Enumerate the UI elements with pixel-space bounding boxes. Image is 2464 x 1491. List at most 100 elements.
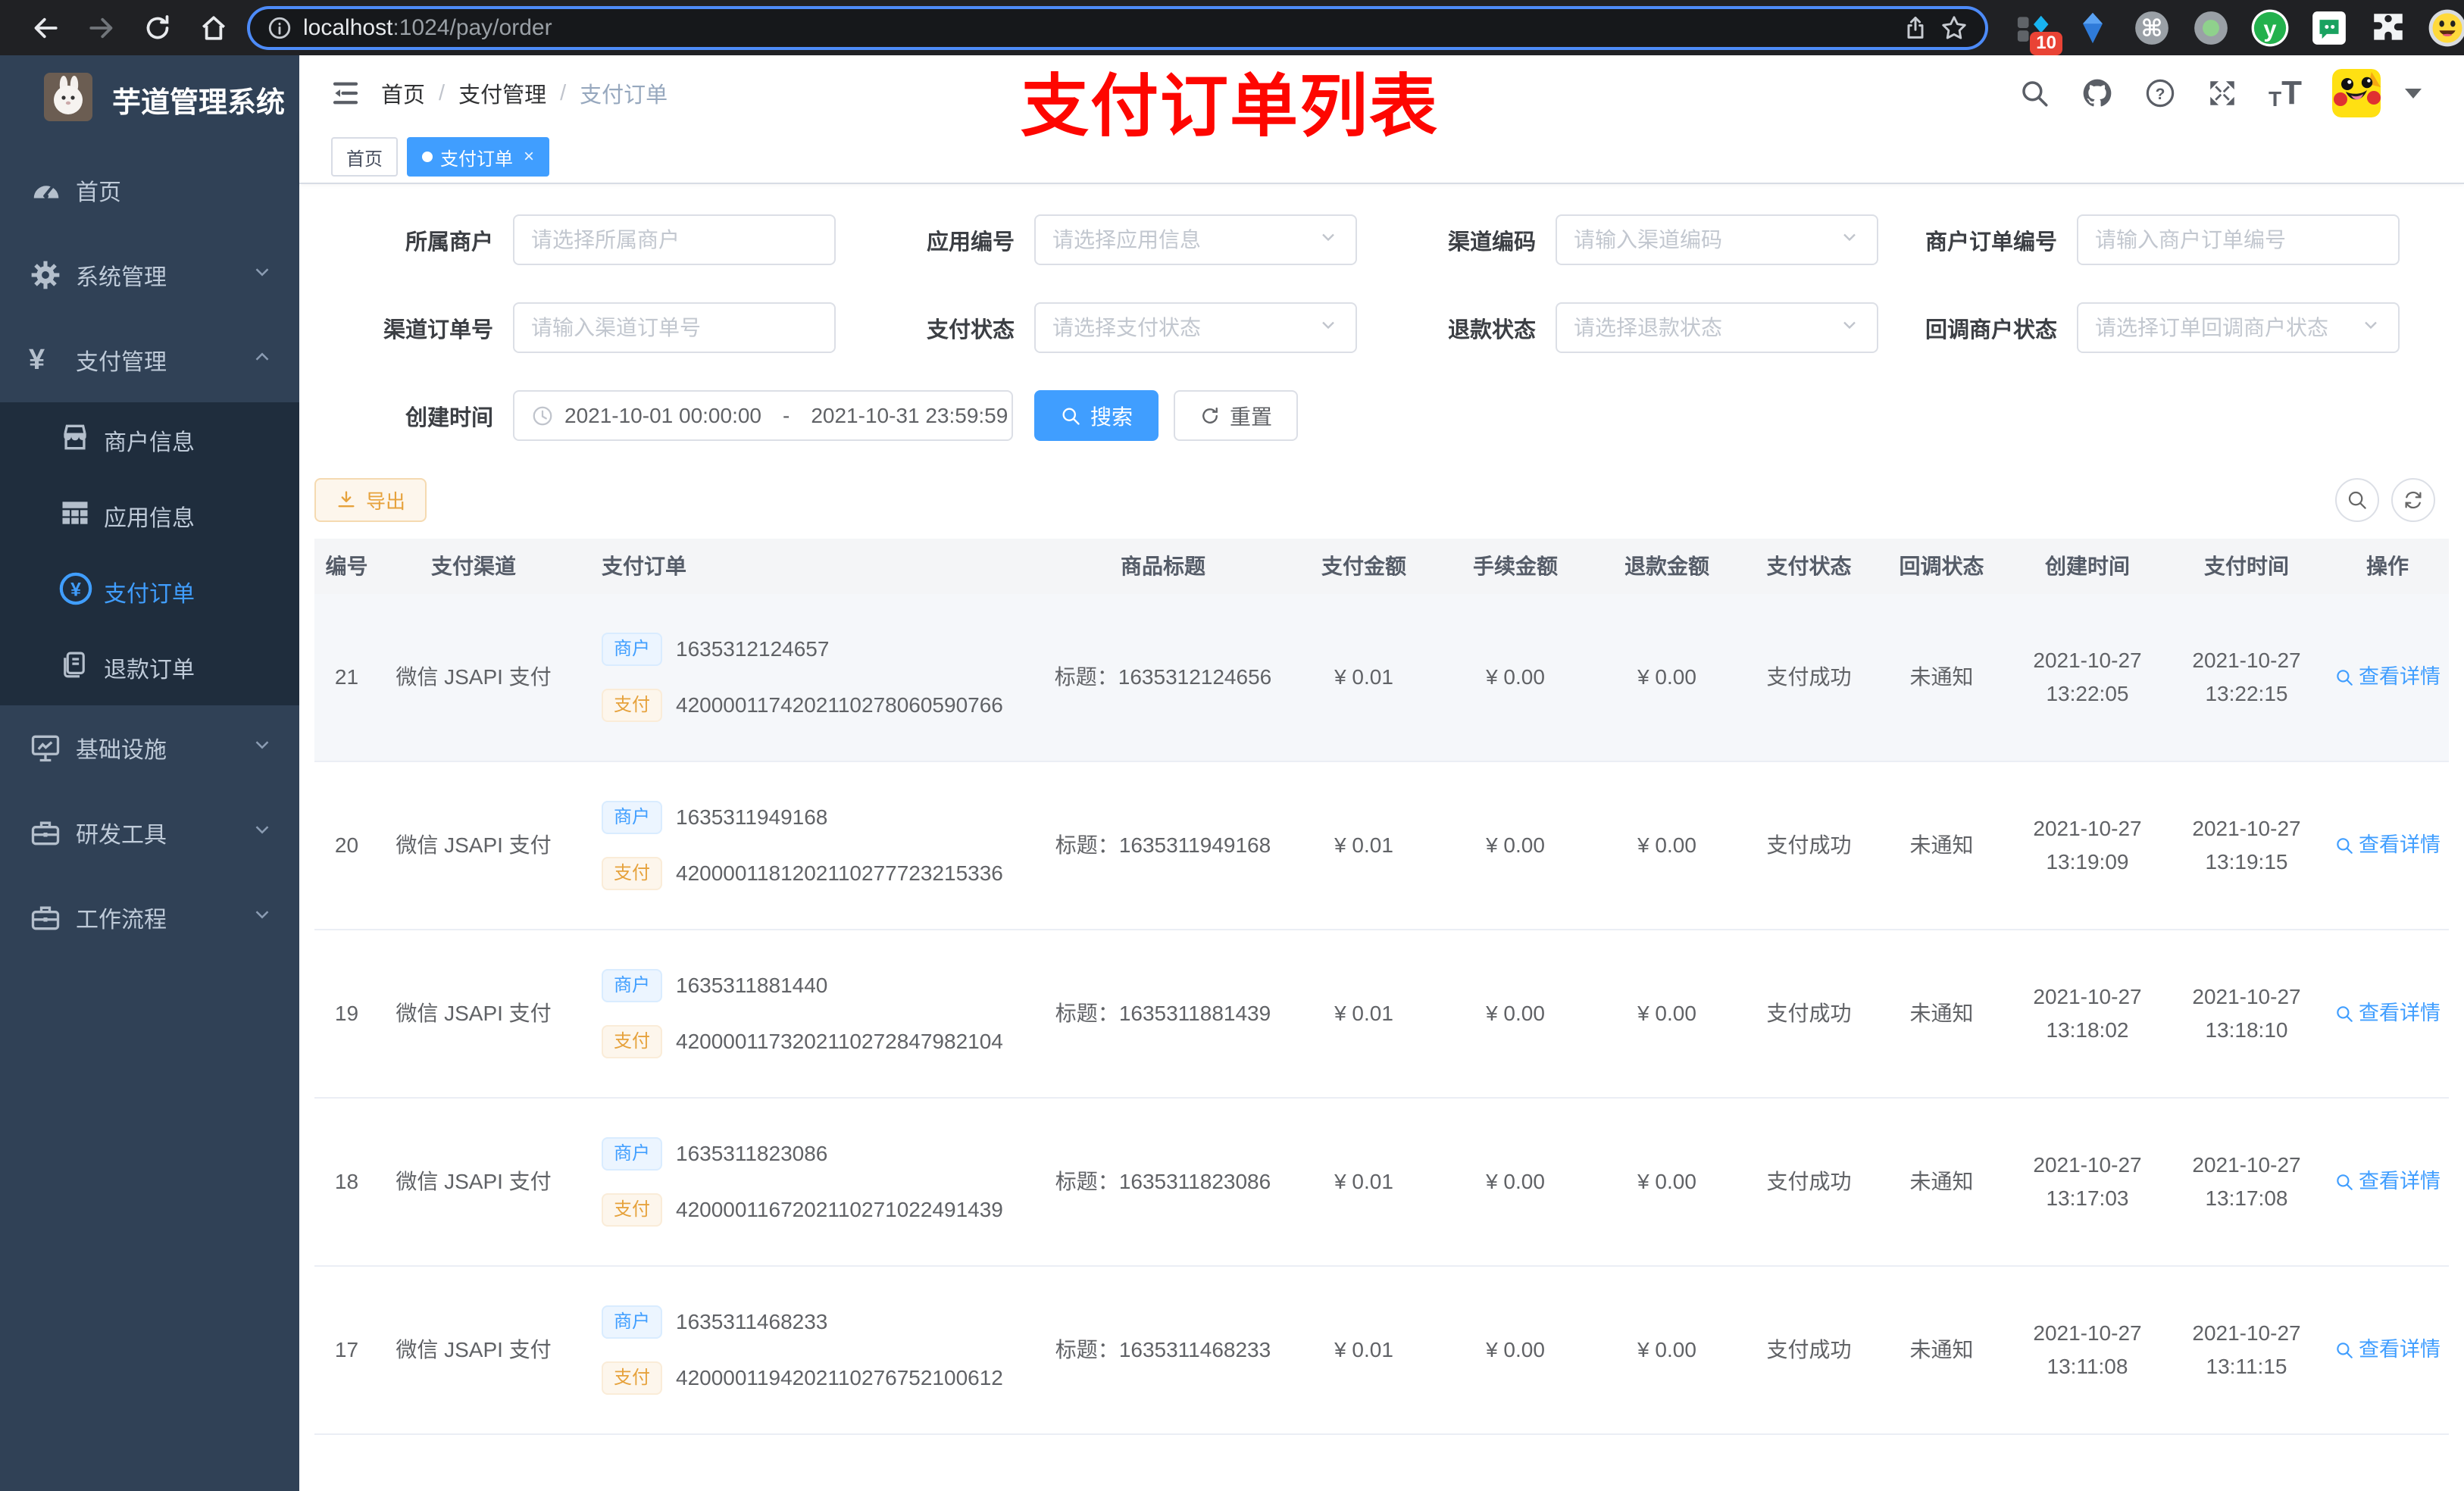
refund-status-select[interactable] bbox=[1556, 302, 1878, 353]
browser-forward-icon[interactable] bbox=[77, 7, 126, 49]
app-select[interactable] bbox=[1034, 214, 1357, 265]
sidebar-item-refund-order[interactable]: 退款订单 bbox=[0, 630, 299, 705]
breadcrumb-home[interactable]: 首页 bbox=[381, 77, 425, 109]
pay-no: 4200001173202110272847982104 bbox=[676, 1030, 1003, 1054]
view-detail-link[interactable]: 查看详情 bbox=[2334, 1334, 2441, 1366]
search-button[interactable]: 搜索 bbox=[1034, 390, 1159, 441]
breadcrumb-pay[interactable]: 支付管理 bbox=[458, 77, 546, 109]
view-detail-link[interactable]: 查看详情 bbox=[2334, 998, 2441, 1030]
date-range-picker[interactable]: 2021-10-01 00:00:00 - 2021-10-31 23:59:5… bbox=[513, 390, 1013, 441]
merchant-order-no-field[interactable] bbox=[2077, 214, 2400, 265]
filter-merchant-order-no: 商户订单编号 bbox=[1878, 214, 2400, 265]
col-header-actions: 操作 bbox=[2366, 554, 2409, 578]
chevron-down-icon bbox=[251, 903, 274, 932]
close-icon[interactable]: × bbox=[524, 146, 534, 167]
extension-grid-icon[interactable]: 10 bbox=[2014, 8, 2062, 55]
table-row[interactable]: 19 微信 JSAPI 支付 商户 1635311881440 支付 4200001… bbox=[314, 930, 2449, 1099]
address-bar[interactable]: localhost:1024/pay/order bbox=[250, 8, 1985, 47]
extension-chat-icon[interactable] bbox=[2309, 8, 2349, 48]
avatar-caret-icon[interactable] bbox=[2405, 88, 2422, 98]
table-row[interactable]: 17 微信 JSAPI 支付 商户 1635311468233 支付 4200001… bbox=[314, 1267, 2449, 1435]
user-avatar[interactable] bbox=[2332, 69, 2381, 117]
sidebar-item-system[interactable]: 系统管理 bbox=[0, 233, 299, 317]
channel-code-select[interactable] bbox=[1556, 214, 1878, 265]
view-detail-link[interactable]: 查看详情 bbox=[2334, 830, 2441, 861]
merchant-select[interactable] bbox=[513, 214, 836, 265]
filter-label: 渠道订单号 bbox=[383, 317, 493, 342]
notify-status-input[interactable] bbox=[2095, 315, 2354, 340]
browser-chrome: localhost:1024/pay/order 10 ⌘ y bbox=[0, 0, 2464, 55]
sidebar-item-dev-tools[interactable]: 研发工具 bbox=[0, 790, 299, 875]
refresh-icon[interactable] bbox=[2391, 478, 2435, 522]
breadcrumb-separator: / bbox=[560, 80, 567, 105]
cell-order: 商户 1635311949168 支付 4200001181202110277723… bbox=[568, 762, 1038, 929]
sidebar-item-workflow[interactable]: 工作流程 bbox=[0, 875, 299, 960]
sidebar-fold-icon[interactable] bbox=[321, 68, 371, 118]
pay-status-input[interactable] bbox=[1052, 315, 1312, 340]
sidebar-item-pay-order[interactable]: ¥ 支付订单 bbox=[0, 554, 299, 630]
toolbar-right bbox=[2335, 478, 2449, 522]
extension-y-icon[interactable]: y bbox=[2250, 8, 2290, 48]
browser-back-icon[interactable] bbox=[21, 7, 70, 49]
browser-home-icon[interactable] bbox=[189, 7, 238, 49]
export-button[interactable]: 导出 bbox=[314, 478, 427, 522]
tab-label: 支付订单 bbox=[440, 148, 513, 170]
channel-code-input[interactable] bbox=[1574, 227, 1833, 252]
url-text[interactable]: localhost:1024/pay/order bbox=[303, 15, 1891, 41]
cell-channel: 微信 JSAPI 支付 bbox=[396, 833, 552, 858]
merchant-order-no-input[interactable] bbox=[2095, 227, 2381, 252]
bookmark-star-icon[interactable] bbox=[1940, 14, 1968, 42]
sidebar-item-home[interactable]: 首页 bbox=[0, 148, 299, 233]
search-icon[interactable] bbox=[2018, 77, 2050, 109]
notify-status-select[interactable] bbox=[2077, 302, 2400, 353]
svg-text:⌘: ⌘ bbox=[2141, 14, 2163, 41]
cell-status: 支付成功 bbox=[1766, 1002, 1852, 1026]
sidebar-logo[interactable]: 芋道管理系统 bbox=[0, 55, 299, 143]
cell-channel: 微信 JSAPI 支付 bbox=[396, 1170, 552, 1194]
sidebar-item-infra[interactable]: 基础设施 bbox=[0, 705, 299, 790]
pay-status-select[interactable] bbox=[1034, 302, 1357, 353]
channel-order-no-input[interactable] bbox=[531, 315, 818, 340]
toolbox-icon bbox=[29, 816, 71, 849]
extensions-puzzle-icon[interactable] bbox=[2369, 8, 2408, 48]
view-detail-link[interactable]: 查看详情 bbox=[2334, 661, 2441, 693]
cell-order: 商户 1635311468233 支付 4200001194202110276752… bbox=[568, 1267, 1038, 1433]
table-row[interactable]: 20 微信 JSAPI 支付 商户 1635311949168 支付 4200001… bbox=[314, 762, 2449, 930]
filter-create-time: 创建时间 2021-10-01 00:00:00 - 2021-10-31 23… bbox=[314, 390, 1013, 441]
refund-status-input[interactable] bbox=[1574, 315, 1833, 340]
profile-emoji-avatar[interactable] bbox=[2428, 8, 2464, 48]
view-detail-link[interactable]: 查看详情 bbox=[2334, 1166, 2441, 1198]
cell-order: 商户 1635312124657 支付 4200001174202110278060… bbox=[568, 594, 1038, 761]
svg-text:¥: ¥ bbox=[70, 580, 81, 601]
reset-button[interactable]: 重置 bbox=[1174, 390, 1299, 441]
toggle-search-icon[interactable] bbox=[2335, 478, 2379, 522]
sidebar-item-merchant-info[interactable]: 商户信息 bbox=[0, 402, 299, 478]
channel-order-no-field[interactable] bbox=[513, 302, 836, 353]
browser-reload-icon[interactable] bbox=[133, 7, 182, 49]
extension-record-icon[interactable] bbox=[2191, 8, 2231, 48]
title-prefix: 标题： bbox=[1055, 1338, 1119, 1362]
help-icon[interactable]: ? bbox=[2144, 77, 2176, 109]
fullscreen-icon[interactable] bbox=[2206, 77, 2238, 109]
date-end: 2021-10-31 23:59:59 bbox=[811, 403, 1008, 427]
cell-refund: ¥ 0.00 bbox=[1637, 1002, 1696, 1026]
extension-gem-icon[interactable] bbox=[2073, 8, 2112, 48]
table-row[interactable]: 21 微信 JSAPI 支付 商户 1635312124657 支付 4200001… bbox=[314, 594, 2449, 762]
cell-pay-time: 2021-10-27 13:22:15 bbox=[2192, 649, 2301, 705]
sidebar-item-app-info[interactable]: 应用信息 bbox=[0, 478, 299, 554]
sidebar-item-pay[interactable]: ¥ 支付管理 bbox=[0, 317, 299, 402]
table-row[interactable]: 商户1635311354796 bbox=[314, 1435, 2449, 1491]
font-size-icon[interactable]: TT bbox=[2269, 77, 2302, 110]
extension-command-icon[interactable]: ⌘ bbox=[2132, 8, 2172, 48]
yen-icon: ¥ bbox=[29, 344, 45, 376]
merchant-select-input[interactable] bbox=[531, 227, 818, 252]
tab-pay-order[interactable]: 支付订单 × bbox=[407, 137, 550, 177]
table-row[interactable]: 18 微信 JSAPI 支付 商户 1635311823086 支付 4200001… bbox=[314, 1099, 2449, 1267]
share-icon[interactable] bbox=[1902, 14, 1929, 42]
chevron-down-icon bbox=[1318, 227, 1339, 253]
app-select-input[interactable] bbox=[1052, 227, 1312, 252]
github-icon[interactable] bbox=[2081, 77, 2114, 110]
site-info-icon[interactable] bbox=[267, 15, 292, 41]
tab-home[interactable]: 首页 bbox=[331, 137, 398, 177]
col-header-refund: 退款金额 bbox=[1624, 554, 1709, 578]
